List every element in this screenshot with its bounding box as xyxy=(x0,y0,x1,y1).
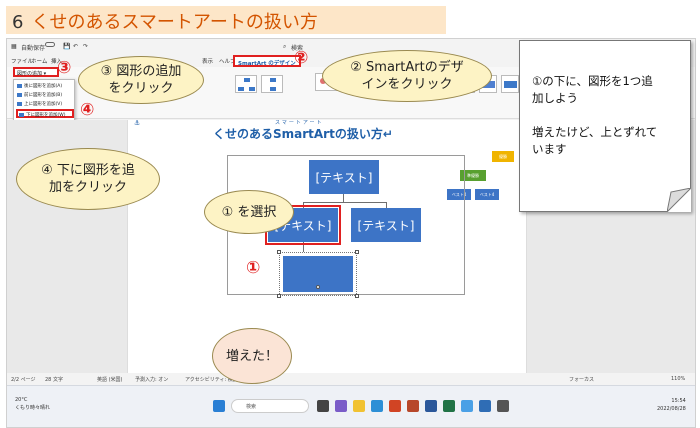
callout-step1: ① を選択 xyxy=(204,190,294,234)
excel-icon[interactable] xyxy=(443,400,455,412)
powerpoint-icon[interactable] xyxy=(389,400,401,412)
tab-view[interactable]: 表示 xyxy=(202,57,213,65)
edge-icon[interactable] xyxy=(371,400,383,412)
menu-item-add-before[interactable]: 前に図形を追加(B) xyxy=(16,91,74,100)
explorer-icon[interactable] xyxy=(353,400,365,412)
status-focus[interactable]: フォーカス xyxy=(569,376,594,383)
note-line: います xyxy=(532,142,567,156)
clock-time: 15:54 xyxy=(671,398,686,404)
layout-thumb[interactable] xyxy=(235,75,257,93)
word-logo-icon: ▦ xyxy=(11,43,17,50)
start-icon[interactable] xyxy=(213,400,225,412)
note-card: ①の下に、図形を1つ追 加しよう 増えたけど、上とずれて います xyxy=(519,40,691,212)
autosave-label: 自動保存 xyxy=(21,45,46,52)
marker-1: ① xyxy=(246,258,261,278)
smartart-node-top[interactable]: [テキスト] xyxy=(309,160,379,194)
resize-handle[interactable] xyxy=(277,250,281,254)
redo-icon[interactable]: ↷ xyxy=(83,43,88,50)
marker-4: ④ xyxy=(80,100,95,120)
office-icon[interactable] xyxy=(407,400,419,412)
slide-title: 6 くせのあるスマートアートの扱い方 xyxy=(12,8,318,34)
clock[interactable]: 15:54 2022/08/28 xyxy=(657,397,686,413)
style-thumb[interactable] xyxy=(501,75,519,93)
note-line xyxy=(532,107,680,124)
menu-item-add-above[interactable]: 上に図形を追加(V) xyxy=(16,100,74,109)
slide-number: 6 xyxy=(12,12,24,33)
status-predict: 予測入力: オン xyxy=(135,377,169,383)
undo-icon[interactable]: ↶ xyxy=(73,43,78,50)
callout-step3: ③ 図形の追加 をクリック xyxy=(78,56,204,104)
resize-handle[interactable] xyxy=(277,294,281,298)
add-shape-label: 図形の追加 xyxy=(17,71,43,77)
tab-smartart-design[interactable]: SmartArt のデザイン xyxy=(233,55,301,67)
status-page: 2/2 ページ xyxy=(11,377,36,383)
add-shape-button[interactable]: 図形の追加 ▾ xyxy=(13,67,59,77)
mini-node-winner[interactable]: 優勝 xyxy=(492,151,514,162)
connector xyxy=(343,194,344,202)
layout-thumb[interactable] xyxy=(261,75,283,93)
callout-step4: ④ 下に図形を追 加をクリック xyxy=(16,148,160,210)
weather-widget[interactable]: 20°C くもり時々晴れ xyxy=(15,396,50,412)
autosave-toggle[interactable] xyxy=(45,42,55,47)
tab-file[interactable]: ファイル xyxy=(11,57,33,65)
taskbar-search[interactable]: 検索 xyxy=(231,399,309,413)
status-bar: 2/2 ページ 28 文字 英語 (米国) 予測入力: オン アクセシビリティ:… xyxy=(7,373,695,385)
save-icon[interactable]: 💾 xyxy=(63,43,70,50)
vscode-icon[interactable] xyxy=(479,400,491,412)
connector xyxy=(303,242,304,252)
rotate-handle[interactable] xyxy=(316,285,320,289)
marker-3: ③ xyxy=(57,58,72,78)
note-line: 増えたけど、上とずれて xyxy=(532,125,658,139)
status-words: 28 文字 xyxy=(45,377,63,383)
resize-handle[interactable] xyxy=(355,294,359,298)
menu-item-add-below[interactable]: 下に図形を追加(W) xyxy=(16,109,74,118)
smartart-node-right[interactable]: [テキスト] xyxy=(351,208,421,242)
tab-home[interactable]: ホーム xyxy=(31,57,47,65)
page-fold-icon xyxy=(667,188,691,212)
menu-item-add-after[interactable]: 後に図形を追加(A) xyxy=(16,82,74,91)
anchor-icon: ⚓ xyxy=(134,119,141,127)
status-zoom[interactable]: 110% xyxy=(671,376,685,382)
marker-2: ② xyxy=(294,48,309,68)
callout-added: 増えた！ xyxy=(212,328,292,384)
app-icon[interactable] xyxy=(497,400,509,412)
app-icon[interactable] xyxy=(461,400,473,412)
taskbar: 20°C くもり時々晴れ 検索 15:54 2022/08/28 xyxy=(7,385,695,427)
taskview-icon[interactable] xyxy=(317,400,329,412)
weather-temp: 20°C xyxy=(15,397,28,403)
word-icon[interactable] xyxy=(425,400,437,412)
note-line: ①の下に、図形を1つ追 xyxy=(532,74,653,88)
slide: 6 くせのあるスマートアートの扱い方 ▦ 自動保存 💾 ↶ ↷ ⌕ 検索 ファイル… xyxy=(0,0,700,428)
document-title: くせのあるSmartArtの扱い方↵ xyxy=(213,127,393,141)
clock-date: 2022/08/28 xyxy=(657,406,686,412)
connector xyxy=(303,202,386,203)
search-icon: ⌕ xyxy=(283,43,287,50)
note-line: 加しよう xyxy=(532,91,578,105)
status-language: 英語 (米国) xyxy=(97,377,123,383)
slide-title-text: くせのあるスマートアートの扱い方 xyxy=(31,12,318,33)
resize-handle[interactable] xyxy=(355,250,359,254)
mini-node-best4[interactable]: ベスト4 xyxy=(475,189,499,200)
callout-step2: ② SmartArtのデザ インをクリック xyxy=(322,50,492,102)
weather-text: くもり時々晴れ xyxy=(15,405,51,411)
app-icon[interactable] xyxy=(335,400,347,412)
